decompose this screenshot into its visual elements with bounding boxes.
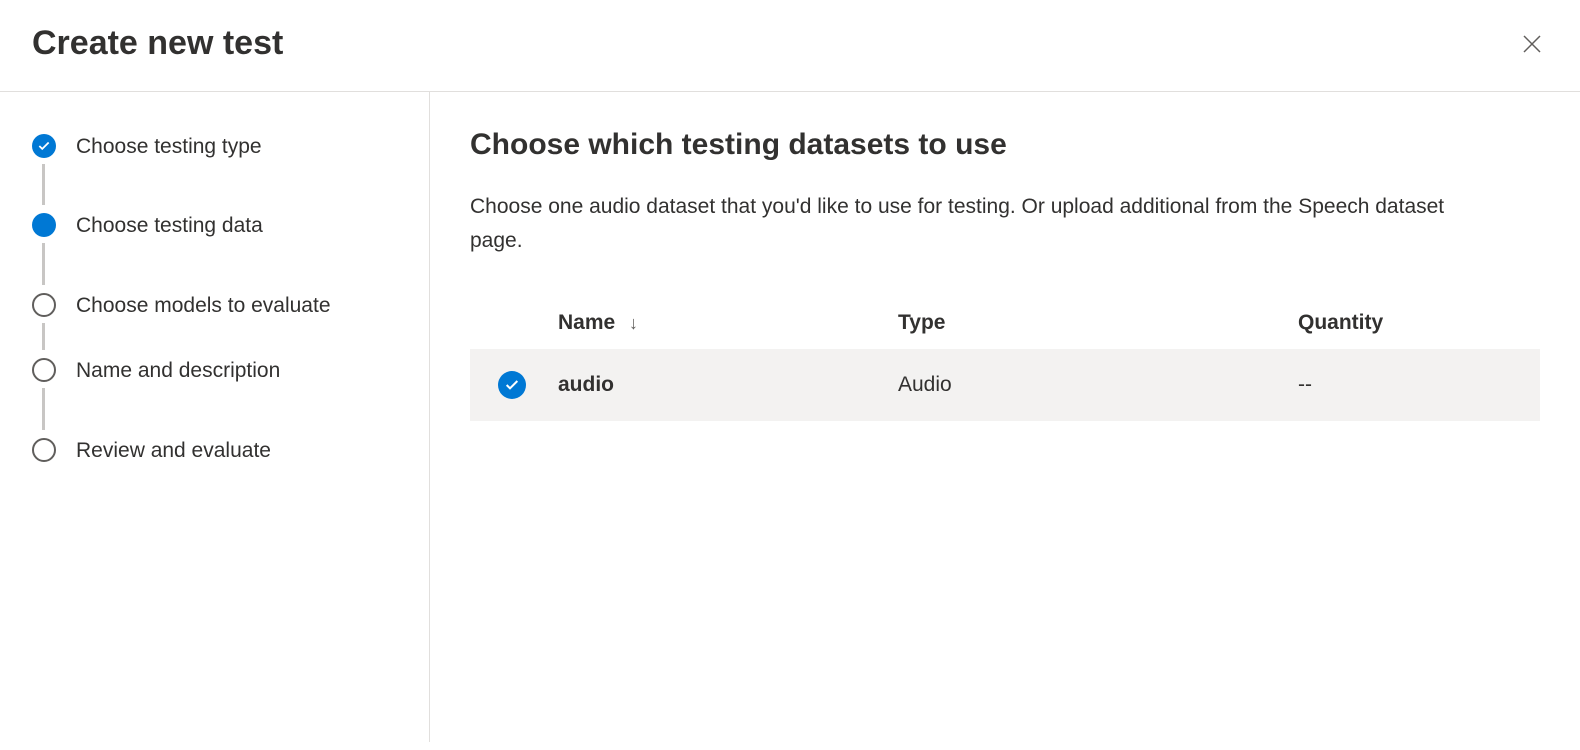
- table-header-row: Name ↓ Type Quantity: [470, 297, 1540, 349]
- step-label: Choose models to evaluate: [76, 294, 331, 317]
- step-connector: [42, 323, 45, 350]
- step-label: Name and description: [76, 359, 280, 382]
- wizard-step-choose-models[interactable]: Choose models to evaluate: [32, 291, 397, 356]
- step-connector: [42, 164, 45, 205]
- column-header-name[interactable]: Name ↓: [542, 297, 882, 349]
- row-selected-indicator[interactable]: [498, 371, 526, 399]
- table-row[interactable]: audio Audio --: [470, 349, 1540, 421]
- column-header-select: [470, 297, 542, 349]
- step-marker-pending: [32, 358, 56, 382]
- step-label: Choose testing type: [76, 135, 262, 158]
- wizard-step-name-description[interactable]: Name and description: [32, 356, 397, 435]
- row-quantity-cell: --: [1282, 349, 1540, 421]
- dialog-header: Create new test: [0, 0, 1580, 92]
- main-content: Choose which testing datasets to use Cho…: [430, 92, 1580, 742]
- step-marker-completed: [32, 134, 56, 158]
- column-header-type[interactable]: Type: [882, 297, 1282, 349]
- dialog-title: Create new test: [32, 24, 283, 63]
- close-button[interactable]: [1516, 28, 1548, 60]
- wizard-step-choose-testing-type[interactable]: Choose testing type: [32, 132, 397, 211]
- column-header-name-label: Name: [558, 311, 615, 334]
- step-connector: [42, 388, 45, 429]
- section-description: Choose one audio dataset that you'd like…: [470, 190, 1490, 257]
- column-header-quantity[interactable]: Quantity: [1282, 297, 1540, 349]
- sort-descending-icon: ↓: [629, 313, 638, 334]
- dialog-body: Choose testing type Choose testing data …: [0, 92, 1580, 742]
- wizard-step-choose-testing-data[interactable]: Choose testing data: [32, 211, 397, 290]
- row-name-cell: audio: [542, 349, 882, 421]
- step-marker-pending: [32, 438, 56, 462]
- step-label: Choose testing data: [76, 214, 263, 237]
- step-marker-pending: [32, 293, 56, 317]
- close-icon: [1520, 32, 1544, 56]
- step-connector: [42, 243, 45, 284]
- row-select-cell[interactable]: [470, 349, 542, 421]
- datasets-table: Name ↓ Type Quantity: [470, 297, 1540, 421]
- checkmark-icon: [504, 377, 520, 393]
- checkmark-icon: [37, 139, 51, 153]
- section-title: Choose which testing datasets to use: [470, 128, 1540, 162]
- wizard-steps-list: Choose testing type Choose testing data …: [32, 132, 397, 465]
- wizard-step-review-evaluate[interactable]: Review and evaluate: [32, 436, 397, 465]
- column-header-type-label: Type: [898, 311, 945, 334]
- column-header-quantity-label: Quantity: [1298, 311, 1383, 334]
- step-marker-current: [32, 213, 56, 237]
- row-type-cell: Audio: [882, 349, 1282, 421]
- wizard-steps-sidebar: Choose testing type Choose testing data …: [0, 92, 430, 742]
- step-label: Review and evaluate: [76, 439, 271, 462]
